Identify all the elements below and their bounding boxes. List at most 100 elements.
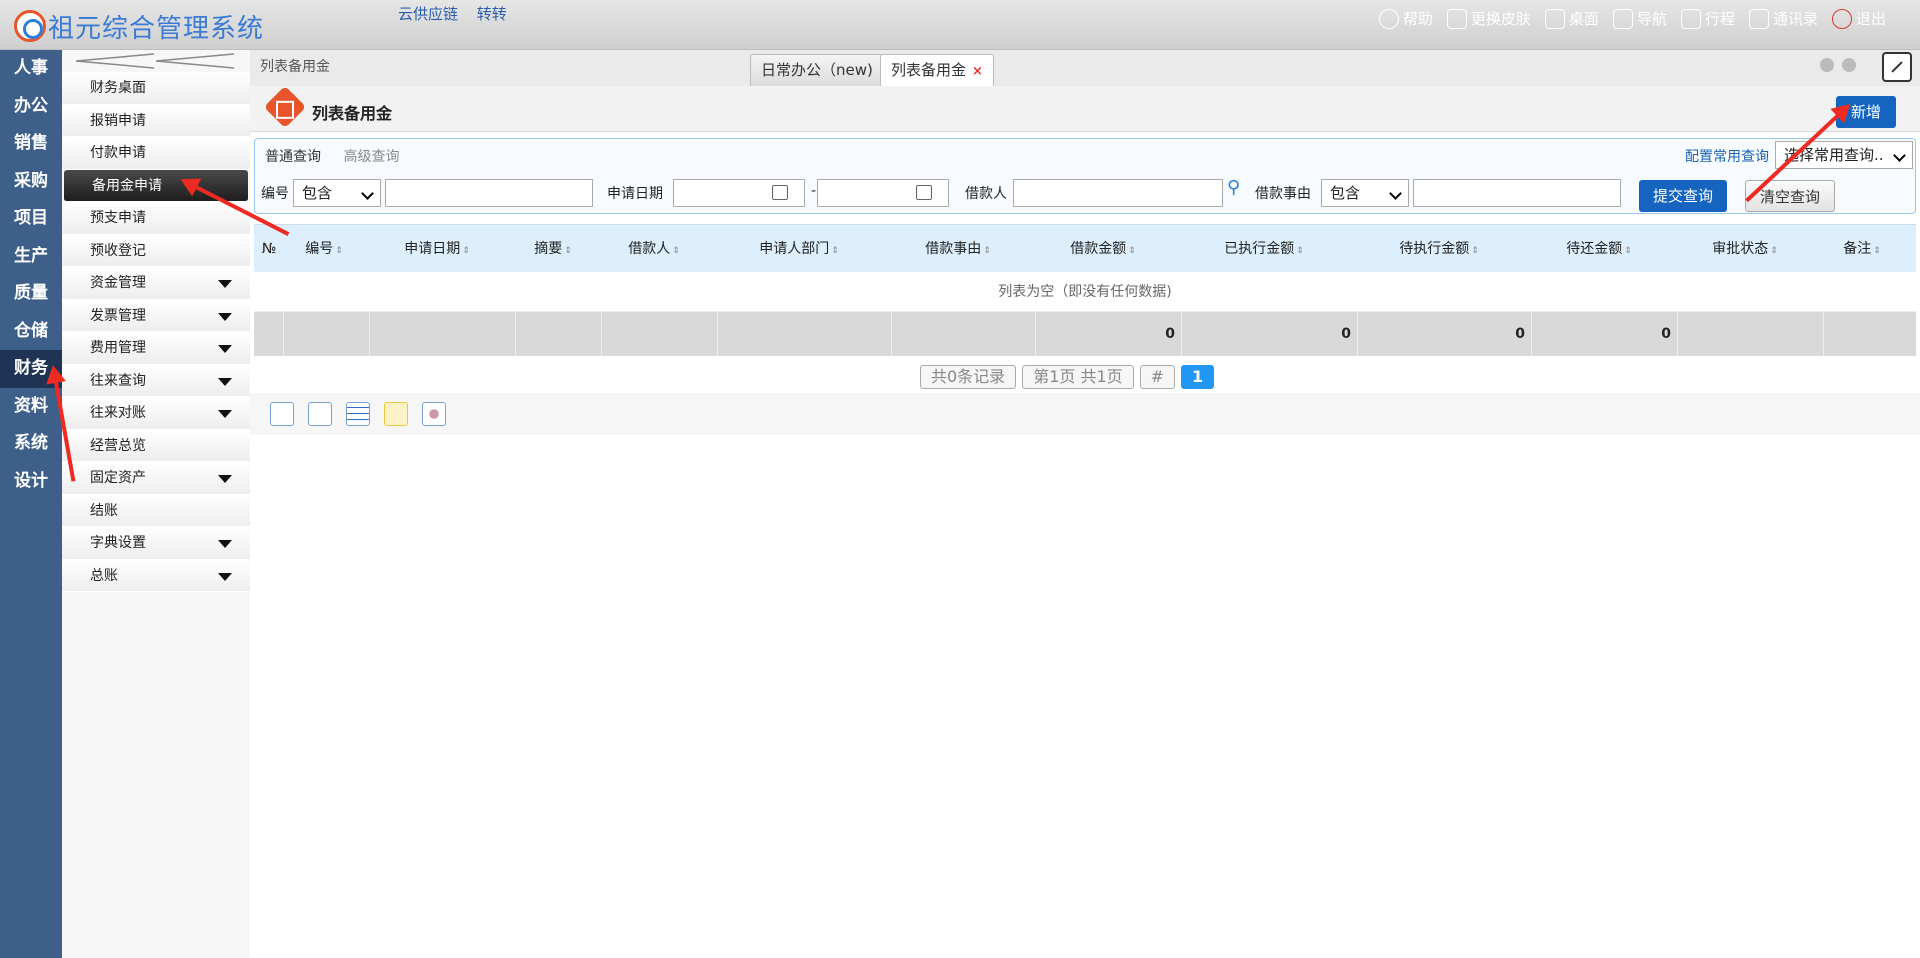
help-icon: [1378, 8, 1399, 29]
col-executed-amount[interactable]: 已执行金额 ⇕: [1176, 225, 1352, 272]
code-input[interactable]: [385, 179, 593, 207]
tab-daily-office[interactable]: 日常办公（new): [750, 54, 884, 86]
help-button[interactable]: 帮助: [1378, 8, 1433, 29]
submenu-fixed-assets[interactable]: 固定资产: [62, 462, 250, 495]
select-columns-icon[interactable]: [270, 402, 294, 426]
sort-icon: ⇕: [672, 246, 680, 256]
nav-data[interactable]: 资料: [0, 388, 62, 426]
col-apply-date[interactable]: 申请日期 ⇕: [364, 225, 510, 272]
document-icon[interactable]: [308, 402, 332, 426]
sort-icon: ⇕: [1471, 246, 1479, 256]
navigation-button[interactable]: 导航: [1612, 8, 1667, 29]
submit-query-button[interactable]: 提交查询: [1639, 180, 1728, 212]
col-outstanding-amount[interactable]: 待还金额 ⇕: [1526, 225, 1672, 272]
col-remarks[interactable]: 备注 ⇕: [1818, 225, 1906, 272]
nav-project[interactable]: 项目: [0, 200, 62, 238]
logout-button[interactable]: 退出: [1831, 8, 1886, 29]
submenu-finance-desktop[interactable]: 财务桌面: [62, 72, 250, 105]
nav-production[interactable]: 生产: [0, 238, 62, 276]
sort-icon: ⇕: [564, 246, 572, 256]
nav-warehouse[interactable]: 仓储: [0, 313, 62, 351]
submenu-closing[interactable]: 结账: [62, 494, 250, 527]
date-from-input[interactable]: [673, 179, 805, 207]
reason-operator-select[interactable]: 包含: [1321, 179, 1409, 207]
sort-icon: ⇕: [831, 246, 839, 256]
col-pending-amount[interactable]: 待执行金额 ⇕: [1352, 225, 1526, 272]
tab-petty-cash-list[interactable]: 列表备用金 ×: [880, 54, 994, 86]
col-code[interactable]: 编号 ⇕: [284, 225, 364, 272]
col-loan-reason[interactable]: 借款事由 ⇕: [886, 225, 1030, 272]
fullscreen-icon[interactable]: [1882, 52, 1912, 82]
page-1-button[interactable]: 1: [1181, 365, 1215, 389]
nav-system[interactable]: 系统: [0, 425, 62, 463]
contacts-button[interactable]: 通讯录: [1748, 8, 1818, 29]
nav-design[interactable]: 设计: [0, 463, 62, 501]
total-cell: [284, 312, 370, 356]
tab-tools: [1820, 58, 1856, 246]
col-approval-status[interactable]: 审批状态 ⇕: [1672, 225, 1818, 272]
change-skin-button[interactable]: 更换皮肤: [1446, 8, 1531, 29]
table-toolbar: [250, 393, 1920, 435]
submenu-reconciliation[interactable]: 往来对账: [62, 397, 250, 430]
sort-icon: ⇕: [462, 246, 470, 256]
submenu-cost-management[interactable]: 费用管理: [62, 332, 250, 365]
submenu-prepayment-register[interactable]: 预收登记: [62, 234, 250, 267]
code-label: 编号: [261, 186, 289, 202]
settings-icon[interactable]: [422, 402, 446, 426]
caret-down-icon: [218, 410, 232, 418]
nav-purchase[interactable]: 采购: [0, 163, 62, 201]
query-tabs: 普通查询 高级查询: [265, 146, 417, 166]
table-export-icon[interactable]: [346, 402, 370, 426]
power-icon: [1831, 8, 1852, 29]
desktop-button[interactable]: 桌面: [1544, 8, 1599, 29]
config-query-link[interactable]: 配置常用查询: [1685, 146, 1769, 166]
code-operator-select[interactable]: 包含: [293, 179, 381, 207]
collapse-menu-button[interactable]: [62, 50, 250, 72]
close-tab-icon[interactable]: ×: [972, 64, 983, 79]
date-separator: -: [811, 183, 817, 199]
sort-icon: ⇕: [335, 246, 343, 256]
submenu-general-ledger[interactable]: 总账: [62, 559, 250, 592]
top-links: 云供应链 转转: [398, 3, 521, 24]
submenu-invoice-management[interactable]: 发票管理: [62, 299, 250, 332]
tab-prev-icon[interactable]: [1820, 58, 1834, 72]
borrower-input[interactable]: [1013, 179, 1223, 207]
schedule-button[interactable]: 行程: [1680, 8, 1735, 29]
col-loan-amount[interactable]: 借款金额 ⇕: [1030, 225, 1176, 272]
link-zhuanzhuan[interactable]: 转转: [477, 5, 507, 23]
nav-quality[interactable]: 质量: [0, 275, 62, 313]
col-summary[interactable]: 摘要 ⇕: [510, 225, 596, 272]
page-jump-button[interactable]: #: [1139, 365, 1176, 389]
date-to-input[interactable]: [817, 179, 949, 207]
clear-query-button[interactable]: 清空查询: [1745, 180, 1836, 212]
col-department[interactable]: 申请人部门 ⇕: [712, 225, 886, 272]
submenu-expense-claim[interactable]: 报销申请: [62, 104, 250, 137]
calendar-icon[interactable]: [772, 185, 788, 200]
submenu-account-query[interactable]: 往来查询: [62, 364, 250, 397]
nav-sales[interactable]: 销售: [0, 125, 62, 163]
total-loan-amount: 0: [1036, 312, 1182, 356]
page-info: 第1页 共1页: [1022, 365, 1134, 389]
submenu-dictionary-settings[interactable]: 字典设置: [62, 527, 250, 560]
search-icon[interactable]: ⚲: [1227, 177, 1240, 198]
tab-next-icon[interactable]: [1842, 58, 1856, 72]
total-executed-amount: 0: [1182, 312, 1358, 356]
submenu-fund-management[interactable]: 资金管理: [62, 267, 250, 300]
reason-input[interactable]: [1413, 179, 1621, 207]
caret-down-icon: [218, 345, 232, 353]
calendar-icon[interactable]: [916, 185, 932, 200]
sort-icon: ⇕: [1770, 246, 1778, 256]
link-cloud-supply[interactable]: 云供应链: [398, 5, 458, 23]
nav-office[interactable]: 办公: [0, 88, 62, 126]
sort-icon: ⇕: [1873, 246, 1881, 256]
tab-advanced-query[interactable]: 高级查询: [343, 149, 399, 165]
col-borrower[interactable]: 借款人 ⇕: [596, 225, 712, 272]
submenu-advance-request[interactable]: 预支申请: [62, 202, 250, 235]
total-outstanding-amount: 0: [1532, 312, 1678, 356]
submenu-payment-request[interactable]: 付款申请: [62, 137, 250, 170]
nav-hr[interactable]: 人事: [0, 50, 62, 88]
caret-down-icon: [218, 312, 232, 321]
edit-icon[interactable]: [384, 402, 408, 426]
tab-basic-query[interactable]: 普通查询: [265, 149, 321, 165]
submenu-business-overview[interactable]: 经营总览: [62, 429, 250, 462]
